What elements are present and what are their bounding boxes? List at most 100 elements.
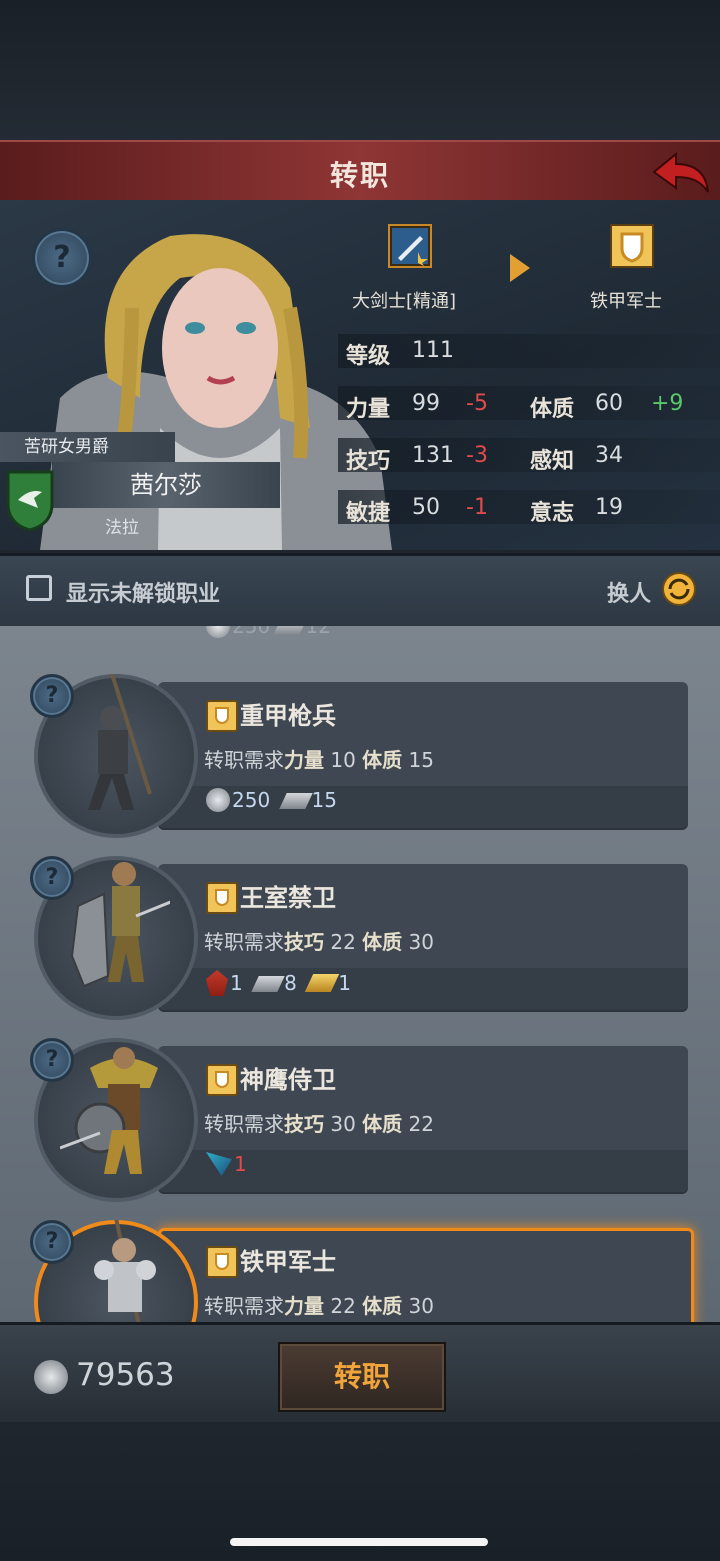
help-icon[interactable]: ?	[30, 856, 74, 900]
swap-icon[interactable]	[660, 570, 698, 608]
show-locked-label[interactable]: 显示未解锁职业	[66, 576, 220, 608]
swap-character-label[interactable]: 换人	[607, 576, 651, 608]
help-icon[interactable]: ?	[30, 674, 74, 718]
medal-icon	[206, 970, 228, 996]
class-card-selected[interactable]: ? 铁甲军士 转职需求力量 22 体质 30	[30, 1220, 694, 1322]
req-value: 30	[330, 1112, 356, 1136]
req-label: 力量	[284, 748, 324, 772]
title-bar: 转职	[0, 140, 720, 205]
class-name: 铁甲军士	[240, 1248, 336, 1276]
level-value: 111	[412, 338, 454, 363]
stat-label: 力量	[346, 397, 391, 422]
stat-band	[338, 438, 720, 472]
gold-ingot-icon	[304, 974, 340, 992]
cost-value: 15	[311, 788, 337, 812]
partial-card-cost: 250 12	[206, 626, 331, 638]
cost-value: 250	[232, 788, 271, 812]
stat-delta: -5	[466, 391, 488, 416]
req-label: 体质	[362, 748, 403, 772]
cost-value: 250	[232, 626, 271, 638]
stat-band	[338, 334, 720, 368]
character-subtitle: 法拉	[105, 518, 139, 538]
stat-label: 意志	[530, 501, 575, 526]
sword-class-icon	[388, 224, 432, 268]
iron-ingot-icon	[278, 793, 313, 809]
class-figure	[60, 1047, 158, 1174]
stat-label: 敏捷	[346, 501, 391, 526]
class-name: 神鹰侍卫	[240, 1066, 336, 1094]
req-prefix: 转职需求	[204, 1112, 284, 1136]
req-value: 22	[330, 1294, 356, 1318]
banner-icon	[206, 1152, 232, 1176]
req-label: 体质	[362, 930, 403, 954]
class-cost: 250 15	[206, 788, 343, 812]
page-title: 转职	[329, 159, 390, 192]
stat-label: 感知	[530, 449, 575, 474]
req-label: 体质	[362, 1294, 403, 1318]
stat-label: 技巧	[346, 449, 391, 474]
current-class-label: 大剑士[精通]	[352, 291, 457, 312]
character-rank: 苦研女男爵	[0, 432, 175, 462]
dove-shield-icon	[6, 470, 54, 532]
status-area	[0, 0, 720, 140]
stat-value: 60	[595, 391, 623, 416]
stat-value: 99	[412, 391, 440, 416]
req-label: 力量	[284, 1294, 324, 1318]
stat-label: 体质	[530, 397, 575, 422]
req-prefix: 转职需求	[204, 930, 284, 954]
req-label: 技巧	[284, 930, 324, 954]
class-card[interactable]: ? 神鹰侍卫 转职需求技巧 30 体质 22 1	[30, 1038, 690, 1202]
shield-class-icon	[206, 1246, 238, 1278]
class-figure	[70, 862, 170, 988]
req-value: 30	[408, 1294, 434, 1318]
shield-class-icon	[206, 700, 238, 732]
class-figure	[88, 674, 152, 810]
back-arrow-icon[interactable]	[650, 150, 710, 196]
class-card[interactable]: ? 王室禁卫 转职需求技巧 22 体质 30 1 8 1	[30, 856, 690, 1020]
class-requirement: 转职需求力量 22 体质 30	[204, 1290, 434, 1319]
iron-ingot-icon	[272, 626, 307, 635]
class-requirement: 转职需求技巧 22 体质 30	[204, 926, 434, 955]
help-icon[interactable]: ?	[30, 1220, 74, 1264]
home-indicator[interactable]	[230, 1538, 488, 1546]
coin-icon	[206, 626, 230, 638]
class-list[interactable]: 250 12 ? 重甲枪兵 转职需求力量 10 体质 15 250 15 ? 王…	[0, 626, 720, 1322]
class-name: 王室禁卫	[240, 884, 336, 912]
req-value: 30	[408, 930, 434, 954]
req-value: 15	[408, 748, 434, 772]
req-prefix: 转职需求	[204, 1294, 284, 1318]
stat-value: 50	[412, 495, 440, 520]
stat-value: 131	[412, 443, 454, 468]
class-figure	[94, 1220, 156, 1322]
cost-value: 12	[305, 626, 331, 638]
silver-coin-icon	[34, 1360, 68, 1394]
req-value: 10	[330, 748, 356, 772]
class-requirement: 转职需求技巧 30 体质 22	[204, 1108, 434, 1137]
stat-value: 19	[595, 495, 623, 520]
cost-value: 1	[338, 971, 351, 995]
class-cost: 1 8 1	[206, 970, 357, 996]
stat-value: 34	[595, 443, 623, 468]
req-label: 技巧	[284, 1112, 324, 1136]
shield-class-icon	[206, 1064, 238, 1096]
class-card[interactable]: ? 重甲枪兵 转职需求力量 10 体质 15 250 15	[30, 674, 690, 838]
help-icon[interactable]: ?	[30, 1038, 74, 1082]
stat-band	[338, 490, 720, 524]
character-name: 茜尔莎	[52, 462, 280, 508]
filter-bar: 显示未解锁职业 换人	[0, 553, 720, 629]
stat-delta: -3	[466, 443, 488, 468]
req-prefix: 转职需求	[204, 748, 284, 772]
req-label: 体质	[362, 1112, 403, 1136]
cost-value: 1	[234, 1152, 247, 1176]
class-name: 重甲枪兵	[240, 702, 336, 730]
shield-class-icon	[610, 224, 654, 268]
confirm-class-change-button[interactable]: 转职	[278, 1342, 446, 1412]
show-locked-checkbox[interactable]	[26, 575, 52, 601]
cost-value: 1	[230, 971, 243, 995]
cost-value: 8	[284, 971, 297, 995]
stat-delta: +9	[651, 391, 684, 416]
req-value: 22	[330, 930, 356, 954]
class-cost: 1	[206, 1152, 253, 1176]
bottom-bar: 79563 转职	[0, 1322, 720, 1425]
shield-class-icon	[206, 882, 238, 914]
